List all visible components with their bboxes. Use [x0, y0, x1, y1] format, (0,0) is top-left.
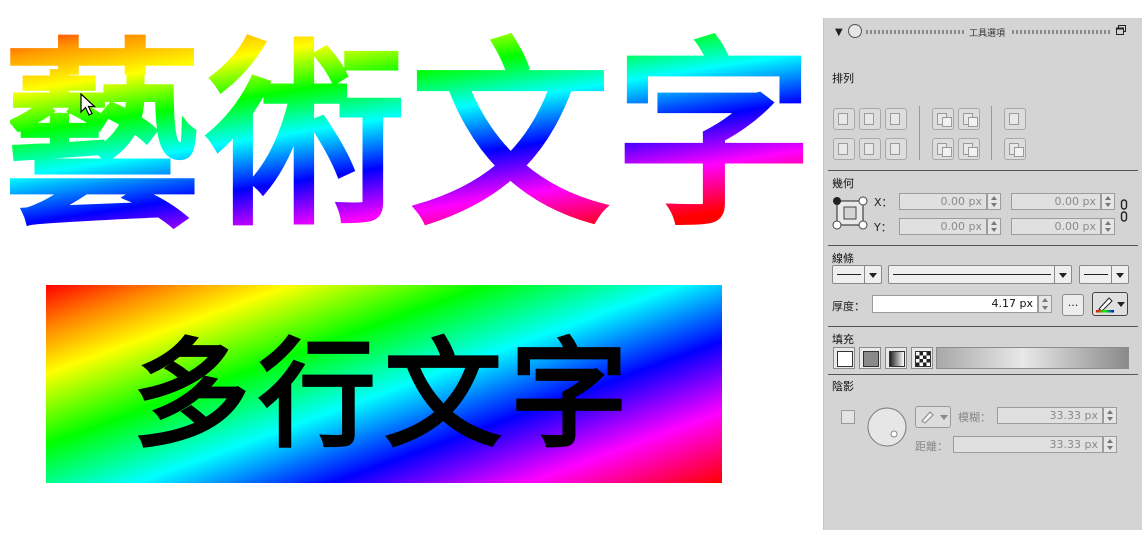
banner-text: 多行文字	[131, 325, 636, 464]
height-field[interactable]: 0.00 px	[1011, 218, 1101, 235]
send-backward-button[interactable]	[958, 108, 980, 130]
pattern-fill-icon	[915, 351, 931, 367]
solid-fill-icon	[863, 351, 879, 367]
width-spinner[interactable]	[1101, 193, 1115, 210]
fill-gradient-button[interactable]	[885, 347, 907, 369]
chevron-down-icon	[1117, 302, 1125, 307]
section-divider	[828, 326, 1138, 327]
bring-to-front-button[interactable]	[932, 138, 954, 160]
grip-dots	[866, 30, 964, 34]
grip-dots-right	[1012, 30, 1112, 34]
distance-label: 距離：	[915, 440, 948, 453]
width-field[interactable]: 0.00 px	[1011, 193, 1101, 210]
y-label: Y：	[874, 221, 892, 234]
height-spinner[interactable]	[1101, 218, 1115, 235]
divider	[919, 106, 920, 160]
drawing-canvas[interactable]: 藝術文字 多行文字	[0, 0, 815, 545]
no-fill-icon	[837, 351, 853, 367]
gradient-preview-bar[interactable]	[936, 347, 1129, 369]
stroke-color-icon	[1096, 297, 1114, 313]
ungroup-button[interactable]	[1004, 138, 1026, 160]
shadow-angle-dial[interactable]	[866, 406, 908, 448]
bring-forward-button[interactable]	[932, 108, 954, 130]
divider	[991, 106, 992, 160]
bounding-box-icon[interactable]	[832, 196, 870, 232]
gradient-fill-icon	[889, 351, 905, 367]
fill-none-button[interactable]	[833, 347, 855, 369]
x-spinner[interactable]	[987, 193, 1001, 210]
section-arrange: 排列	[832, 72, 854, 85]
blur-spinner[interactable]	[1103, 407, 1117, 424]
multiline-text-box[interactable]: 多行文字	[46, 285, 722, 483]
section-fill: 填充	[832, 333, 854, 346]
thickness-spinner[interactable]	[1038, 295, 1052, 313]
blur-field[interactable]: 33.33 px	[997, 407, 1103, 424]
section-shadow: 陰影	[832, 380, 854, 393]
panel-title: 工具選項	[969, 29, 1006, 39]
align-hcenter-button[interactable]	[859, 108, 881, 130]
chevron-down-icon	[940, 415, 948, 420]
link-lock-icon[interactable]	[1120, 199, 1128, 223]
section-geometry: 幾何	[832, 177, 854, 190]
align-right-button[interactable]	[885, 108, 907, 130]
thickness-field[interactable]: 4.17 px	[872, 295, 1038, 313]
line-start-select[interactable]	[832, 265, 882, 284]
line-end-select[interactable]	[1079, 265, 1129, 284]
panel-menu-icon[interactable]	[848, 24, 862, 38]
y-field[interactable]: 0.00 px	[899, 218, 987, 235]
align-top-button[interactable]	[833, 138, 855, 160]
section-divider	[828, 245, 1138, 246]
mouse-pointer-icon	[80, 93, 97, 116]
blur-label: 模糊：	[958, 411, 991, 424]
fill-solid-button[interactable]	[859, 347, 881, 369]
shadow-color-icon	[921, 411, 934, 424]
float-window-icon[interactable]	[1116, 25, 1126, 35]
more-button[interactable]: ...	[1062, 294, 1084, 316]
section-stroke: 線條	[832, 252, 854, 265]
distance-field[interactable]: 33.33 px	[953, 436, 1103, 453]
x-label: X：	[874, 196, 893, 209]
send-to-back-button[interactable]	[958, 138, 980, 160]
section-divider	[828, 170, 1138, 171]
shadow-color-button[interactable]	[915, 406, 951, 428]
triangle-down-icon[interactable]: ▼	[835, 27, 843, 38]
art-text[interactable]: 藝術文字	[10, 28, 810, 243]
align-vcenter-button[interactable]	[859, 138, 881, 160]
y-spinner[interactable]	[987, 218, 1001, 235]
line-style-select[interactable]	[888, 265, 1072, 284]
art-title-text: 藝術文字	[10, 28, 810, 243]
section-divider	[828, 374, 1138, 375]
align-left-button[interactable]	[833, 108, 855, 130]
thickness-label: 厚度：	[832, 300, 865, 313]
stroke-color-button[interactable]	[1092, 292, 1128, 316]
fill-pattern-button[interactable]	[911, 347, 933, 369]
group-button[interactable]	[1004, 108, 1026, 130]
tool-options-panel: ▼ 工具選項 排列 幾何 X： 0.00 px 0.00 px Y： 0.00 …	[823, 18, 1142, 530]
panel-title-bar[interactable]: ▼ 工具選項	[824, 18, 1142, 46]
shadow-checkbox[interactable]	[841, 410, 855, 424]
align-bottom-button[interactable]	[885, 138, 907, 160]
x-field[interactable]: 0.00 px	[899, 193, 987, 210]
distance-spinner[interactable]	[1103, 436, 1117, 453]
